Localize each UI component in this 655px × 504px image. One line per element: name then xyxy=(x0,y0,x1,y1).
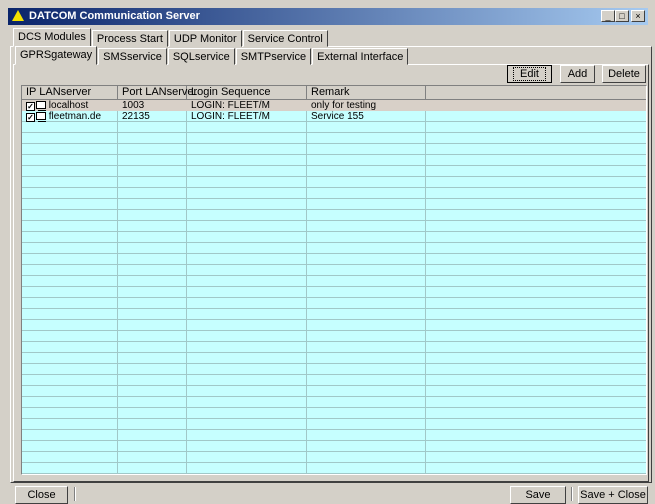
remark-cell: Service 155 xyxy=(311,111,364,122)
table-body: ✓ localhost 1003 LOGIN: FLEET/M only for… xyxy=(22,100,646,474)
edit-button-label: Edit xyxy=(513,67,546,81)
column-login-sequence[interactable]: Login Sequence xyxy=(187,86,307,100)
tab-smsservice[interactable]: SMSservice xyxy=(98,48,167,65)
computer-icon xyxy=(36,101,46,111)
close-button[interactable]: Close xyxy=(15,486,68,504)
port-cell: 1003 xyxy=(122,100,145,111)
edit-button[interactable]: Edit xyxy=(507,65,552,83)
title-bar[interactable]: DATCOM Communication Server _ □ × xyxy=(8,8,648,25)
tab-service-control[interactable]: Service Control xyxy=(242,30,328,47)
table-row[interactable]: ✓ localhost 1003 LOGIN: FLEET/M only for… xyxy=(22,100,646,111)
table-row[interactable]: ✓ fleetman.de 22135 LOGIN: FLEET/M Servi… xyxy=(22,111,646,122)
warning-icon xyxy=(12,10,24,21)
checkbox-checked[interactable]: ✓ xyxy=(26,102,35,111)
port-cell: 22135 xyxy=(122,111,150,122)
ip-cell: ✓ localhost xyxy=(22,100,118,111)
minimize-button[interactable]: _ xyxy=(601,10,615,22)
close-window-button[interactable]: × xyxy=(631,10,645,22)
lanserver-table[interactable]: IP LANserver Port LANserver Login Sequen… xyxy=(21,85,647,475)
maximize-button[interactable]: □ xyxy=(615,10,629,22)
window-controls: _ □ × xyxy=(601,10,645,22)
tab-smtpservice[interactable]: SMTPservice xyxy=(235,48,312,65)
separator xyxy=(74,487,76,501)
checkbox-checked[interactable]: ✓ xyxy=(26,113,35,122)
tab-sqlservice[interactable]: SQLservice xyxy=(167,48,235,65)
computer-icon xyxy=(36,112,46,122)
tab-external-interface[interactable]: External Interface xyxy=(312,48,409,65)
tab-process-start[interactable]: Process Start xyxy=(91,30,168,47)
column-ip-lanserver[interactable]: IP LANserver xyxy=(22,86,118,100)
column-remark[interactable]: Remark xyxy=(307,86,426,100)
column-filler xyxy=(426,86,646,100)
window-title: DATCOM Communication Server xyxy=(29,10,200,22)
separator xyxy=(571,487,573,501)
save-button[interactable]: Save xyxy=(510,486,566,504)
footer-bar: Close Save Save + Close xyxy=(0,485,655,504)
host-value: localhost xyxy=(48,100,89,111)
save-close-button[interactable]: Save + Close xyxy=(578,486,648,504)
delete-button[interactable]: Delete xyxy=(602,65,646,83)
tab-udp-monitor[interactable]: UDP Monitor xyxy=(168,30,242,47)
tab-gprsgateway[interactable]: GPRSgateway xyxy=(15,46,98,65)
table-header: IP LANserver Port LANserver Login Sequen… xyxy=(22,86,646,100)
remark-cell: only for testing xyxy=(311,100,377,111)
host-value: fleetman.de xyxy=(48,111,102,122)
add-button[interactable]: Add xyxy=(560,65,595,83)
main-tabs: DCS Modules Process Start UDP Monitor Se… xyxy=(13,28,329,47)
sub-tabs: GPRSgateway SMSservice SQLservice SMTPse… xyxy=(15,46,409,65)
ip-cell: ✓ fleetman.de xyxy=(22,111,118,122)
tab-dcs-modules[interactable]: DCS Modules xyxy=(13,28,91,47)
login-cell: LOGIN: FLEET/M xyxy=(191,100,270,111)
column-port-lanserver[interactable]: Port LANserver xyxy=(118,86,197,100)
login-cell: LOGIN: FLEET/M xyxy=(191,111,270,122)
app-window: DATCOM Communication Server _ □ × DCS Mo… xyxy=(0,0,655,504)
